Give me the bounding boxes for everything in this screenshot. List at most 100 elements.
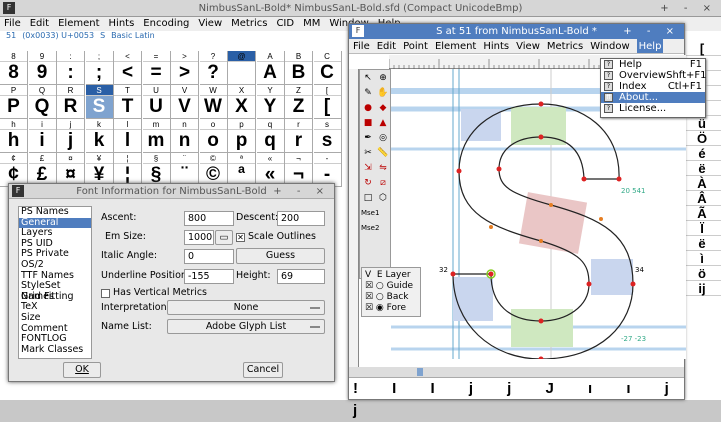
glyph-cell[interactable]: ¤ ¤: [57, 153, 85, 187]
glyph-cell[interactable]: ??: [199, 51, 228, 85]
tangent-point-tool-icon[interactable]: ▲: [376, 116, 390, 130]
glyph-cell[interactable]: 99: [28, 51, 57, 85]
font-info-section-list[interactable]: PS Names General Layers PS UID PS Private OS/…: [18, 206, 92, 359]
ruler-tool-icon[interactable]: 📏: [376, 146, 390, 160]
vertical-metrics-checkbox[interactable]: [101, 289, 110, 298]
rotate-tool-icon[interactable]: ↻: [361, 176, 375, 190]
glyph-cell[interactable]: oo: [199, 119, 228, 153]
em-size-field[interactable]: 1000: [184, 230, 214, 245]
glyph-cell[interactable]: > >: [171, 51, 199, 85]
glyph-cell[interactable]: ll: [114, 119, 142, 153]
glyph-cell[interactable]: hh: [0, 119, 28, 153]
glyph-cell[interactable]: qq: [256, 119, 285, 153]
help-menu-item-index[interactable]: ? Index Ctl+F1: [601, 81, 705, 92]
ok-button[interactable]: OK: [63, 362, 101, 378]
skew-tool-icon[interactable]: ⧄: [376, 176, 390, 190]
glyph-cell[interactable]: @: [228, 51, 256, 85]
help-menu-item-license[interactable]: ? License...: [601, 103, 705, 114]
menu-element[interactable]: Element: [58, 17, 99, 31]
menu-hints[interactable]: Hints: [109, 17, 135, 31]
window-controls[interactable]: + - ×: [660, 0, 717, 17]
section-item-os-2[interactable]: OS/2: [19, 259, 91, 271]
name-list-select[interactable]: Adobe Glyph List: [167, 319, 325, 334]
glyph-cell[interactable]: jj: [57, 119, 85, 153]
menu-file[interactable]: File: [4, 17, 21, 31]
rect-tool-icon[interactable]: □: [361, 191, 375, 205]
ascent-field[interactable]: 800: [184, 211, 234, 226]
corner-point-tool-icon[interactable]: ■: [361, 116, 375, 130]
layer-back[interactable]: ☒ ○ Back: [365, 292, 417, 303]
underline-position-field[interactable]: -155: [184, 269, 234, 284]
freehand-tool-icon[interactable]: ✎: [361, 86, 375, 100]
glyph-cell[interactable]: ¥ ¥: [85, 153, 114, 187]
pen-tool-icon[interactable]: ✒: [361, 131, 375, 145]
glyph-cell[interactable]: WW: [199, 85, 228, 119]
menu-encoding[interactable]: Encoding: [143, 17, 189, 31]
menu-edit[interactable]: Edit: [30, 17, 49, 31]
menu-element[interactable]: Element: [435, 39, 476, 53]
glyph-cell[interactable]: SS: [85, 85, 114, 119]
menu-window[interactable]: Window: [590, 39, 629, 53]
glyph-cell[interactable]: ss: [313, 119, 342, 153]
glyph-cell[interactable]: PP: [0, 85, 28, 119]
section-item-size[interactable]: Size: [19, 312, 91, 324]
layer-fore[interactable]: ☒ ◉ Fore: [365, 303, 417, 314]
section-item-mark-classes[interactable]: Mark Classes: [19, 344, 91, 356]
interpretation-select[interactable]: None: [167, 300, 325, 315]
menu-file[interactable]: File: [353, 39, 370, 53]
menu-metrics[interactable]: Metrics: [547, 39, 583, 53]
glyph-cell[interactable]: mm: [142, 119, 171, 153]
scroll-tool-icon[interactable]: ✋: [376, 86, 390, 100]
glyph-cell[interactable]: ¦ ¦: [114, 153, 142, 187]
knife-tool-icon[interactable]: ✂: [361, 146, 375, 160]
glyph-cell[interactable]: © ©: [199, 153, 228, 187]
glyph-cell[interactable]: [[: [313, 85, 342, 119]
scroll-thumb[interactable]: [417, 368, 423, 376]
menu-edit[interactable]: Edit: [377, 39, 396, 53]
glyph-cell[interactable]: = =: [142, 51, 171, 85]
layer-guide[interactable]: ☒ ○ Guide: [365, 281, 417, 292]
glyph-cell[interactable]: ªª: [228, 153, 256, 187]
curve-point-tool-icon[interactable]: ●: [361, 101, 375, 115]
scale-tool-icon[interactable]: ⇲: [361, 161, 375, 175]
menu-view[interactable]: View: [516, 39, 540, 53]
glyph-cell[interactable]: < <: [114, 51, 142, 85]
hvcurve-point-tool-icon[interactable]: ◆: [376, 101, 390, 115]
glyph-cell[interactable]: rr: [285, 119, 313, 153]
menu-view[interactable]: View: [198, 17, 222, 31]
help-menu-item-about[interactable]: ff About...: [601, 92, 705, 103]
glyph-cell[interactable]: CC: [313, 51, 342, 85]
glyph-cell[interactable]: £ £: [28, 153, 57, 187]
glyph-cell[interactable]: ¬ ¬: [285, 153, 313, 187]
magnify-tool-icon[interactable]: ⊕: [376, 71, 390, 85]
section-item-ps-names[interactable]: PS Names: [19, 206, 91, 218]
menu-point[interactable]: Point: [403, 39, 428, 53]
glyph-cell[interactable]: XX: [228, 85, 256, 119]
glyph-cell[interactable]: QQ: [28, 85, 57, 119]
help-menu-item-help[interactable]: ? Help F1: [601, 59, 705, 70]
glyph-cell[interactable]: VV: [171, 85, 199, 119]
height-field[interactable]: 69: [277, 269, 325, 284]
scale-outlines-checkbox[interactable]: ✕: [236, 233, 245, 242]
glyph-cell[interactable]: UU: [142, 85, 171, 119]
glyph-cell[interactable]: ZZ: [285, 85, 313, 119]
glyph-cell[interactable]: YY: [256, 85, 285, 119]
menu-help[interactable]: Help: [636, 39, 664, 53]
menu-mm[interactable]: MM: [303, 17, 320, 31]
glyph-cell[interactable]: § §: [142, 153, 171, 187]
cancel-button[interactable]: Cancel: [243, 362, 283, 378]
glyph-cell[interactable]: BB: [285, 51, 313, 85]
polygon-tool-icon[interactable]: ⬡: [376, 191, 390, 205]
em-size-dropdown[interactable]: ▭: [215, 230, 233, 245]
glyph-cell[interactable]: TT: [114, 85, 142, 119]
glyph-cell[interactable]: ¢ ¢: [0, 153, 28, 187]
window-controls[interactable]: + - ×: [273, 184, 330, 199]
flip-tool-icon[interactable]: ⇋: [376, 161, 390, 175]
glyph-cell[interactable]: RR: [57, 85, 85, 119]
spiro-tool-icon[interactable]: ◎: [376, 131, 390, 145]
glyph-cell[interactable]: AA: [256, 51, 285, 85]
guess-button[interactable]: Guess: [236, 248, 325, 264]
descent-field[interactable]: 200: [277, 211, 325, 226]
glyph-cell[interactable]: ««: [256, 153, 285, 187]
glyph-cell[interactable]: ii: [28, 119, 57, 153]
